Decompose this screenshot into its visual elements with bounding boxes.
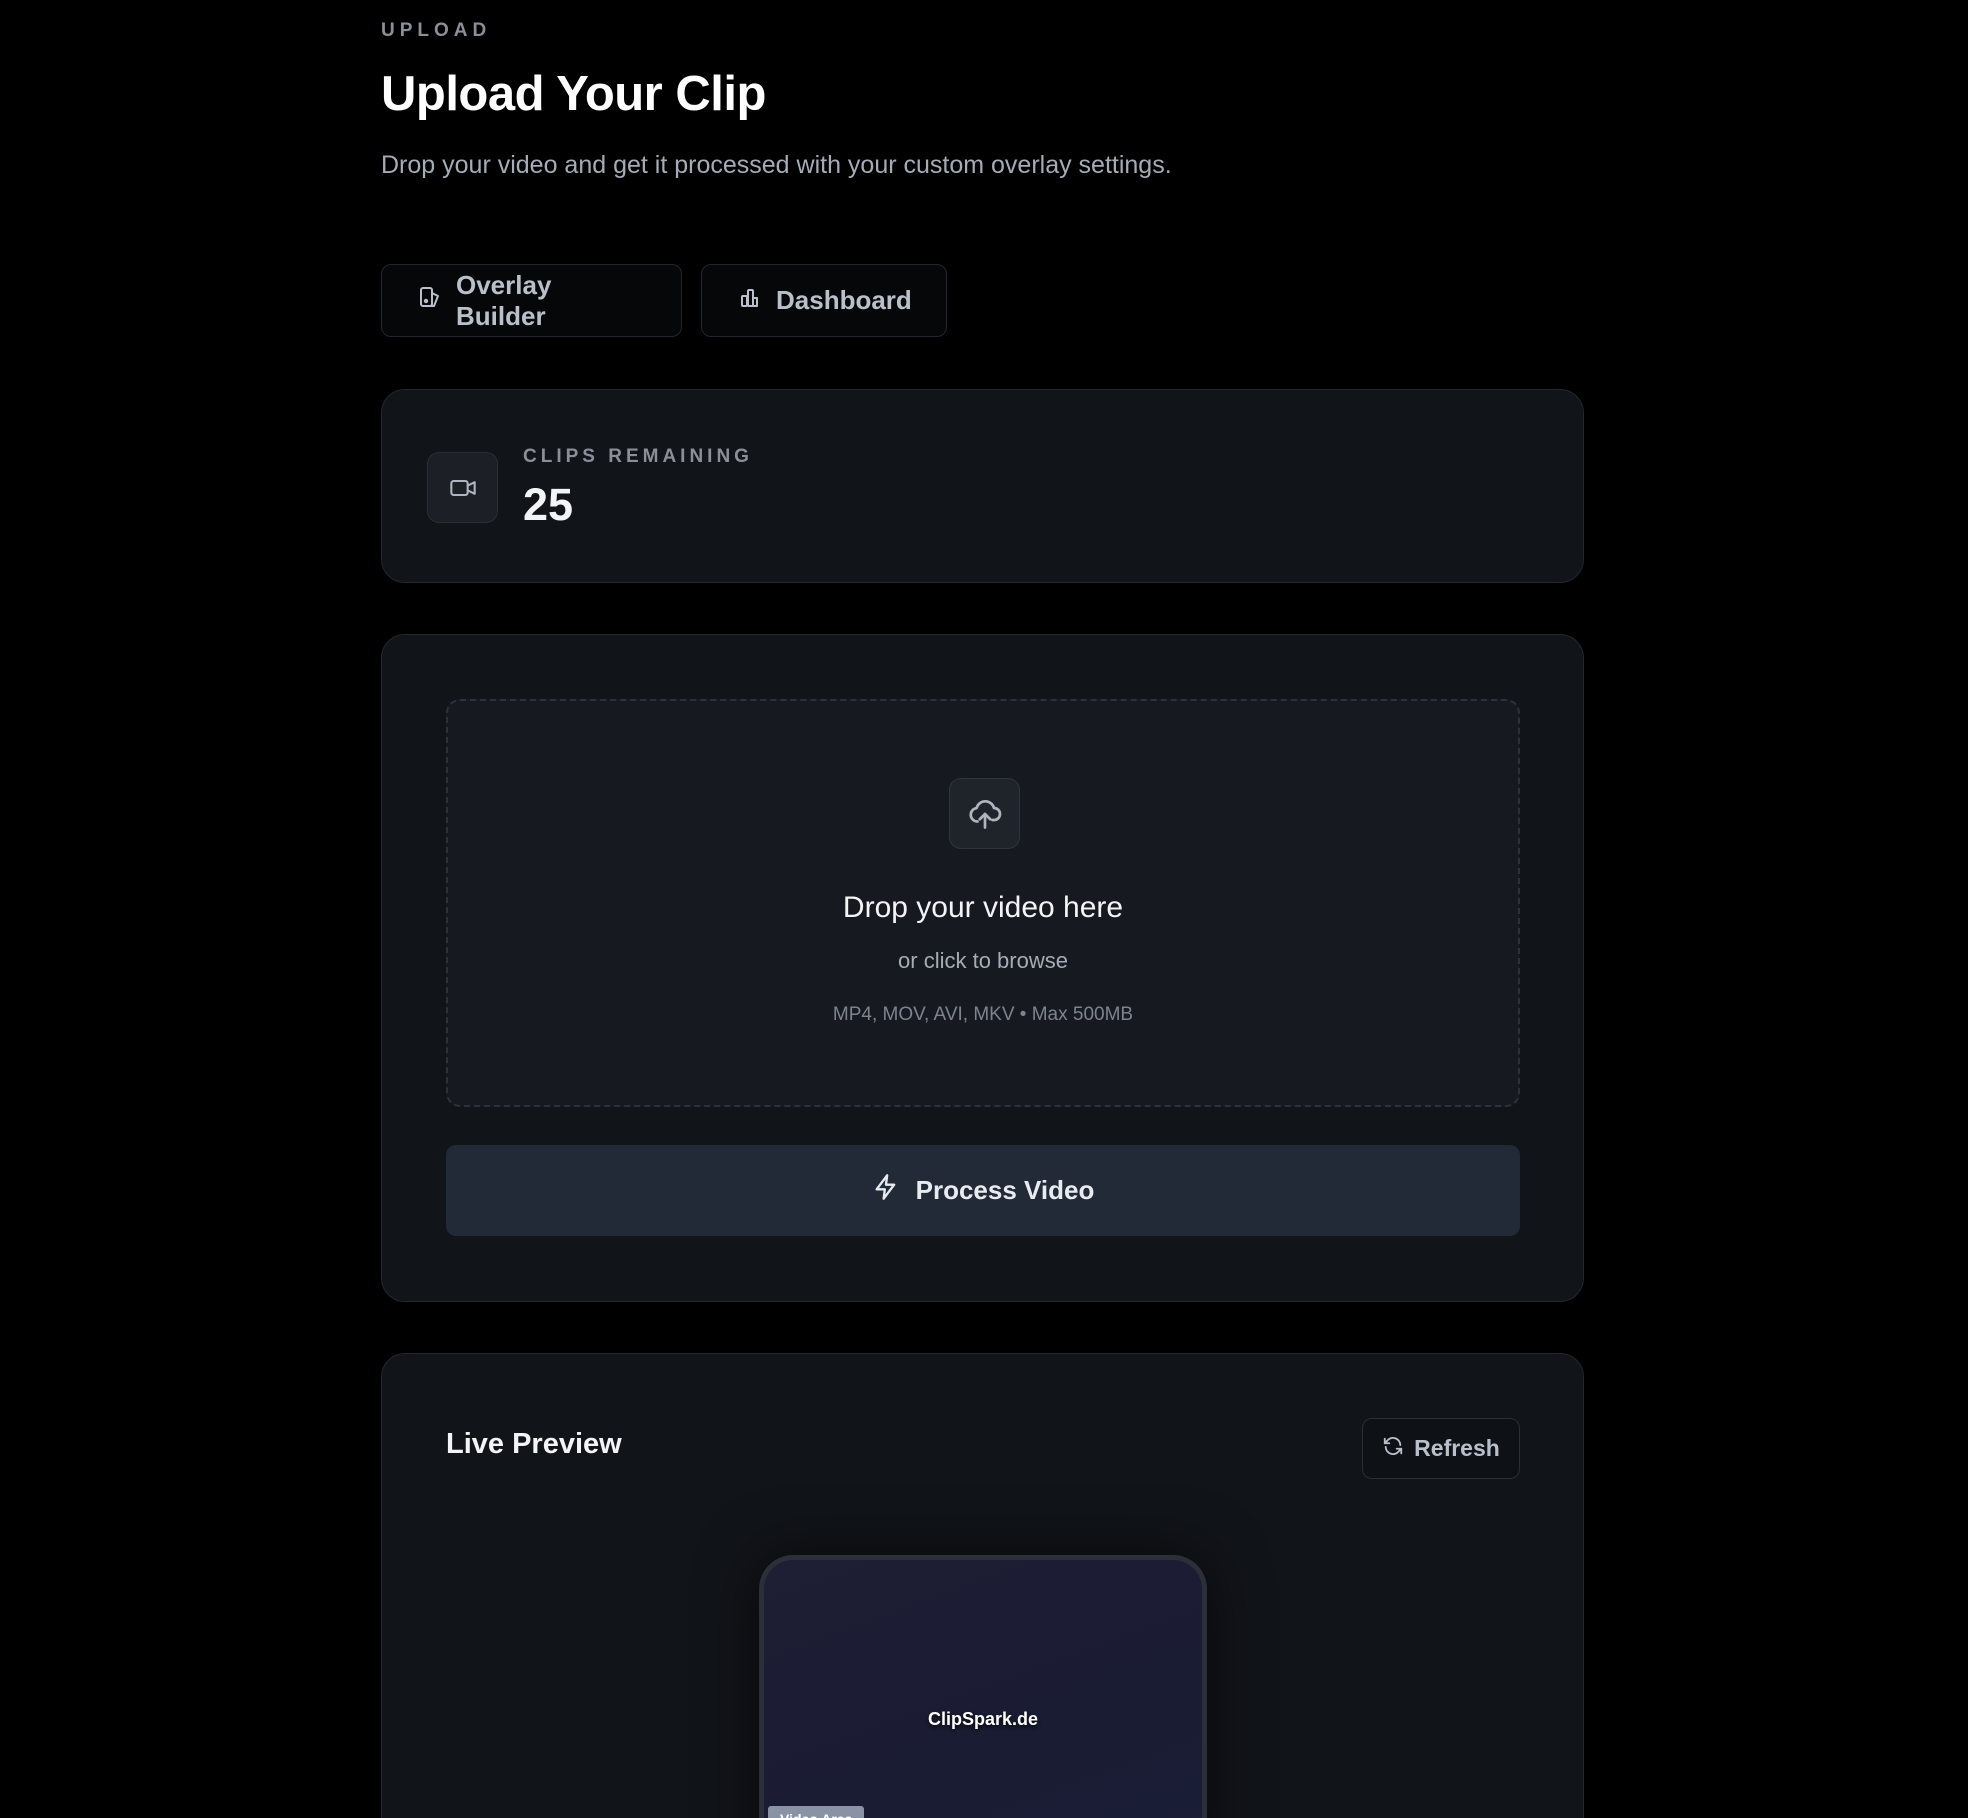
video-area-label: Video Area	[768, 1806, 865, 1818]
refresh-icon	[1382, 1435, 1404, 1463]
clips-remaining-card: CLIPS REMAINING 25	[381, 389, 1584, 583]
overlay-builder-label: Overlay Builder	[456, 269, 552, 331]
overlay-builder-button[interactable]: Overlay Builder	[381, 264, 682, 337]
clips-remaining-value: 25	[523, 479, 574, 530]
upload-page: UPLOAD Upload Your Clip Drop your video …	[0, 0, 1968, 1818]
page-title: Upload Your Clip	[381, 67, 766, 121]
dropzone-subtitle: or click to browse	[898, 948, 1068, 973]
page-subtitle: Drop your video and get it processed wit…	[381, 151, 1172, 179]
dashboard-button[interactable]: Dashboard	[701, 264, 947, 337]
dashboard-label: Dashboard	[776, 285, 912, 315]
lightning-icon	[872, 1173, 900, 1208]
preview-title: Live Preview	[446, 1428, 622, 1460]
refresh-button[interactable]: Refresh	[1362, 1418, 1520, 1479]
bar-chart-icon	[738, 285, 762, 316]
overlay-brand-text: ClipSpark.de	[927, 1709, 1039, 1729]
process-video-button[interactable]: Process Video	[446, 1145, 1520, 1236]
process-video-label: Process Video	[915, 1175, 1095, 1205]
cloud-upload-icon	[949, 778, 1020, 849]
dropzone-title: Drop your video here	[842, 891, 1124, 924]
upload-card: Drop your video here or click to browse …	[381, 634, 1584, 1302]
section-eyebrow: UPLOAD	[381, 20, 492, 41]
phone-preview-frame: ClipSpark.de Video Area	[759, 1555, 1207, 1818]
refresh-label: Refresh	[1414, 1435, 1500, 1461]
video-camera-icon	[427, 452, 498, 523]
live-preview-card: Live Preview Refresh ClipSpark.de Video …	[381, 1353, 1584, 1818]
clips-remaining-label: CLIPS REMAINING	[523, 446, 753, 467]
overlay-icon	[418, 285, 442, 316]
dropzone-formats: MP4, MOV, AVI, MKV • Max 500MB	[832, 1004, 1134, 1025]
video-dropzone[interactable]: Drop your video here or click to browse …	[446, 699, 1520, 1107]
